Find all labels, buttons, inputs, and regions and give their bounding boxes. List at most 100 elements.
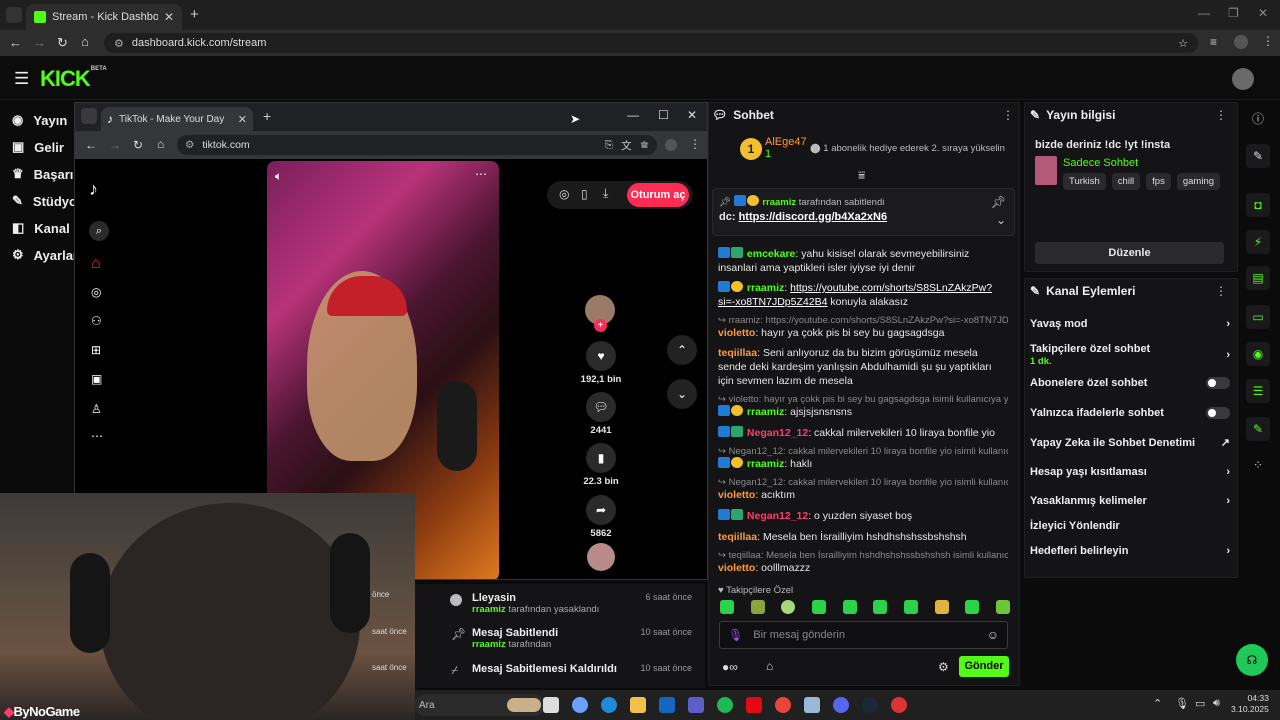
volume-icon[interactable]: 🔈︎ xyxy=(275,169,282,184)
expand-pinned-icon[interactable]: ⌄ xyxy=(996,213,1006,227)
action-slow-mode[interactable]: Yavaş mod › xyxy=(1030,318,1230,330)
login-button[interactable]: Oturum aç xyxy=(627,183,689,207)
copilot-icon[interactable] xyxy=(572,697,588,713)
task-view-icon[interactable] xyxy=(543,697,559,713)
outlook-icon[interactable] xyxy=(659,697,675,713)
profile-icon[interactable]: ♙ xyxy=(91,402,102,416)
maximize-window-button[interactable]: ☐ xyxy=(658,108,669,122)
steam-icon[interactable] xyxy=(862,697,878,713)
nav-item-studio[interactable]: ✎ Stüdyo xyxy=(12,193,77,209)
emote-icon[interactable] xyxy=(720,600,734,614)
reading-list-icon[interactable]: ≡ xyxy=(1210,35,1217,49)
emote-icon[interactable] xyxy=(965,600,980,614)
hamburger-menu-icon[interactable]: ☰ xyxy=(14,69,29,89)
next-video-button[interactable]: ⌄ xyxy=(667,379,697,409)
stream-category[interactable]: Sadece Sohbet xyxy=(1063,157,1138,169)
minimize-window-button[interactable]: — xyxy=(1198,6,1210,20)
chat-username[interactable]: emcekare xyxy=(747,248,795,260)
emote-icon[interactable] xyxy=(995,600,1010,614)
sound-disc[interactable] xyxy=(587,543,615,571)
follow-plus-icon[interactable]: + xyxy=(594,319,607,332)
device-icon[interactable]: ▯ xyxy=(581,187,588,201)
tray-volume-icon[interactable]: 🔊︎ xyxy=(1213,697,1220,710)
emote-icon[interactable] xyxy=(811,600,826,614)
nav-item-channel[interactable]: ◧ Kanal xyxy=(12,220,70,236)
nav-item-settings[interactable]: ⚙ Ayarlar xyxy=(12,247,78,263)
address-bar[interactable]: ⚙ dashboard.kick.com/stream ☆ xyxy=(104,33,1198,53)
minimize-window-button[interactable]: — xyxy=(627,108,639,122)
nav-item-revenue[interactable]: ▣ Gelir xyxy=(12,139,64,155)
action-banned-words[interactable]: Yasaklanmış kelimeler › xyxy=(1030,495,1230,507)
tray-mic-icon[interactable]: 🎙︎ xyxy=(1175,697,1189,710)
game-app-icon[interactable] xyxy=(891,697,907,713)
modlog-user[interactable]: rraamiz xyxy=(472,604,506,615)
store-icon[interactable]: ⌂ xyxy=(766,659,773,673)
app-icon[interactable] xyxy=(804,697,820,713)
stream-info-menu-icon[interactable]: ⋮ xyxy=(1215,108,1227,122)
chat-username[interactable]: violetto xyxy=(718,562,755,574)
chat-bubble-icon[interactable]: ▭ xyxy=(1246,305,1270,329)
action-account-age[interactable]: Hesap yaşı kısıtlaması › xyxy=(1030,466,1230,478)
wrench-icon[interactable]: ✎ xyxy=(1246,417,1270,441)
action-ai-moderation[interactable]: Yapay Zeka ile Sohbet Denetimi ↗ xyxy=(1030,436,1230,450)
edit-stream-button[interactable]: Düzenle xyxy=(1035,242,1224,264)
upload-icon[interactable]: ⊞ xyxy=(91,343,101,357)
reload-icon[interactable]: ↻ xyxy=(57,35,68,51)
camera-icon[interactable]: ◘ xyxy=(1246,193,1270,217)
teams-icon[interactable] xyxy=(688,697,704,713)
new-tab-button[interactable]: + xyxy=(263,108,271,124)
user-avatar[interactable] xyxy=(1232,68,1254,90)
tag[interactable]: Turkish xyxy=(1063,173,1106,190)
taskbar-clock[interactable]: 04:33 3.10.2025 xyxy=(1231,693,1269,715)
chat-username[interactable]: rraamiz xyxy=(747,458,784,470)
pinned-link[interactable]: https://discord.gg/b4Xa2xN6 xyxy=(739,211,888,223)
site-info-icon[interactable]: ⚙ xyxy=(114,37,124,50)
chrome-icon[interactable] xyxy=(775,697,791,713)
apps-icon[interactable]: ⁘ xyxy=(1246,453,1270,477)
profile-avatar[interactable] xyxy=(665,139,677,151)
tab-search-button[interactable] xyxy=(6,7,22,23)
tag[interactable]: chill xyxy=(1111,173,1141,190)
emote-icon[interactable] xyxy=(842,600,857,614)
browser-tab-kick[interactable]: Stream - Kick Dashboard ✕ xyxy=(26,4,182,30)
back-icon[interactable]: ← xyxy=(85,138,97,152)
forward-icon[interactable]: → xyxy=(109,138,121,152)
share-action[interactable]: ➦ 5862 xyxy=(573,495,629,539)
home-icon[interactable]: ⌂ xyxy=(91,255,101,273)
chat-username[interactable]: teqiillaa xyxy=(718,531,757,543)
emote-icon[interactable] xyxy=(750,600,765,614)
chat-username[interactable]: rraamiz xyxy=(747,282,784,294)
action-subscribers-only[interactable]: Abonelere özel sohbet xyxy=(1030,377,1230,389)
chat-username[interactable]: teqiillaa xyxy=(718,347,757,359)
install-app-icon[interactable]: ⎘ xyxy=(605,139,613,152)
tiktok-address-bar[interactable]: ⚙ tiktok.com ⎘ 文 ☆ xyxy=(177,135,657,155)
browser-menu-icon[interactable]: ⋮ xyxy=(689,137,701,151)
microphone-icon[interactable]: 🎙︎ xyxy=(728,628,743,642)
chat-settings-icon[interactable]: ⚙ xyxy=(938,660,949,674)
emote-icon[interactable] xyxy=(873,600,888,614)
chat-username[interactable]: violetto xyxy=(718,327,755,339)
tag[interactable]: fps xyxy=(1146,173,1171,190)
chat-input[interactable]: 🎙︎ Bir mesaj gönderin ☺ xyxy=(719,621,1008,649)
search-icon[interactable]: ⌕ xyxy=(89,221,109,241)
spotify-icon[interactable] xyxy=(717,697,733,713)
filter-icon[interactable]: ⩸ xyxy=(858,168,865,183)
top-gifter[interactable]: AlEge47 1 xyxy=(765,136,807,160)
unpin-button[interactable]: 📌︎ xyxy=(991,195,1006,209)
emote-icon[interactable] xyxy=(781,600,796,614)
lightning-icon[interactable]: ⚡︎ xyxy=(1246,230,1270,254)
pinned-by-user[interactable]: rraamiz xyxy=(762,197,796,208)
close-tab-icon[interactable]: ✕ xyxy=(164,10,174,24)
forward-icon[interactable]: → xyxy=(33,35,46,50)
discord-icon[interactable] xyxy=(833,697,849,713)
subscribers-only-toggle[interactable] xyxy=(1206,377,1230,389)
emoji-icon[interactable]: ☺ xyxy=(987,628,999,642)
modlog-user[interactable]: rraamiz xyxy=(472,639,506,650)
live-icon[interactable]: ▣ xyxy=(91,372,102,386)
chat-menu-icon[interactable]: ⋮ xyxy=(1002,108,1014,122)
reload-icon[interactable]: ↻ xyxy=(133,138,143,152)
tiktok-logo-icon[interactable]: ♪ xyxy=(89,179,98,200)
close-tab-icon[interactable]: ✕ xyxy=(238,113,247,126)
close-window-button[interactable]: ✕ xyxy=(1258,6,1268,20)
browser-menu-icon[interactable]: ⋮ xyxy=(1262,34,1274,48)
